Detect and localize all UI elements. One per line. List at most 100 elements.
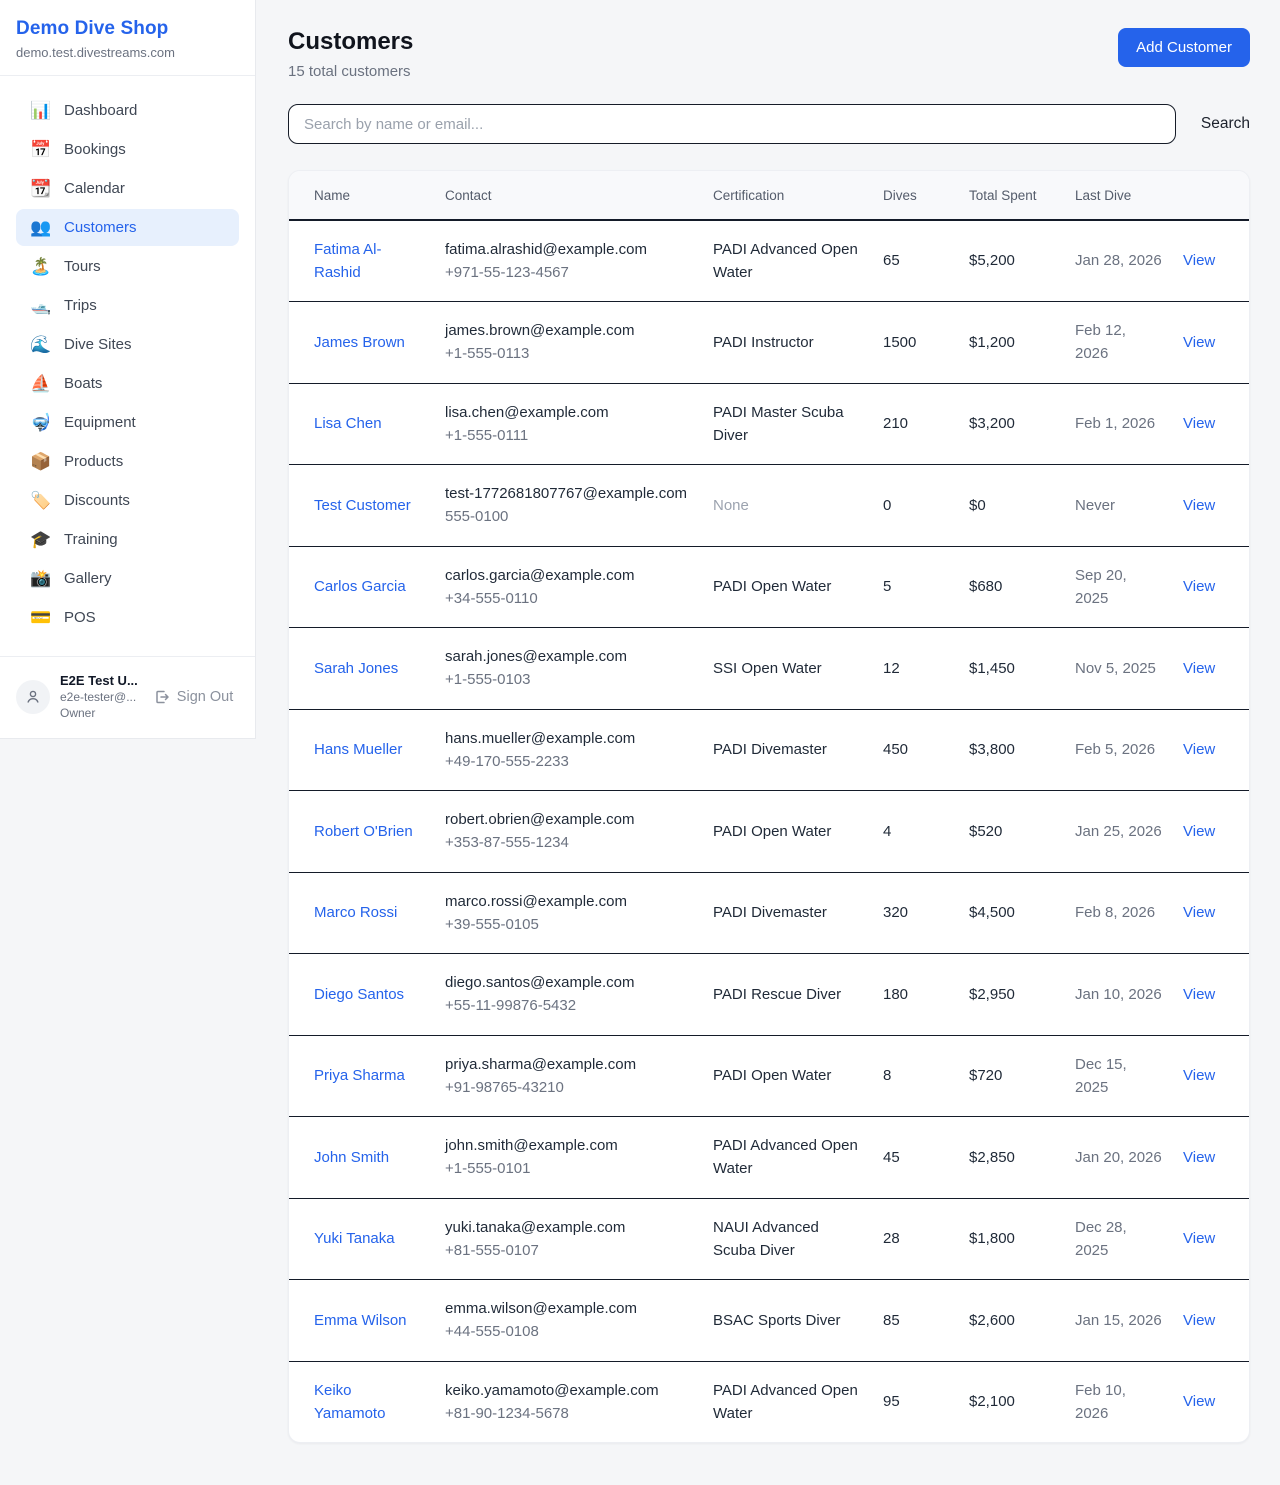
sidebar-item-trips[interactable]: 🛥️ Trips xyxy=(16,287,239,324)
sidebar-item-tours[interactable]: 🏝️ Tours xyxy=(16,248,239,285)
customer-phone: +49-170-555-2233 xyxy=(445,750,693,773)
sidebar-item-dashboard[interactable]: 📊 Dashboard xyxy=(16,92,239,129)
add-customer-button[interactable]: Add Customer xyxy=(1118,28,1250,67)
sidebar-item-label: Trips xyxy=(64,297,97,314)
customer-email: lisa.chen@example.com xyxy=(445,401,693,424)
customer-phone: +81-90-1234-5678 xyxy=(445,1402,693,1425)
view-link[interactable]: View xyxy=(1183,660,1215,677)
total-spent-cell: $1,800 xyxy=(959,1198,1065,1280)
view-link[interactable]: View xyxy=(1183,334,1215,351)
view-link[interactable]: View xyxy=(1183,1312,1215,1329)
contact-cell: test-1772681807767@example.com 555-0100 xyxy=(435,465,703,547)
certification-cell: PADI Rescue Diver xyxy=(713,986,841,1003)
shop-name: Demo Dive Shop xyxy=(16,18,239,40)
view-link[interactable]: View xyxy=(1183,1393,1215,1410)
customer-name-link[interactable]: Yuki Tanaka xyxy=(314,1230,395,1247)
total-customers-count: 15 total customers xyxy=(288,63,413,80)
total-spent-cell: $720 xyxy=(959,1035,1065,1117)
sidebar-item-customers[interactable]: 👥 Customers xyxy=(16,209,239,246)
main-content: Customers 15 total customers Add Custome… xyxy=(256,0,1280,1467)
customer-name-link[interactable]: James Brown xyxy=(314,334,405,351)
certification-cell: PADI Advanced Open Water xyxy=(713,1137,858,1177)
customer-phone: +1-555-0113 xyxy=(445,342,693,365)
certification-cell: None xyxy=(713,497,749,514)
sailboat-icon: ⛵ xyxy=(30,375,50,392)
sidebar-item-products[interactable]: 📦 Products xyxy=(16,443,239,480)
column-header-last-dive: Last Dive xyxy=(1065,171,1173,220)
sign-out-button[interactable]: Sign Out xyxy=(154,689,233,705)
column-header-certification: Certification xyxy=(703,171,873,220)
sidebar-item-boats[interactable]: ⛵ Boats xyxy=(16,365,239,402)
customer-name-link[interactable]: Hans Mueller xyxy=(314,741,402,758)
sidebar-item-dive-sites[interactable]: 🌊 Dive Sites xyxy=(16,326,239,363)
customer-name-link[interactable]: Priya Sharma xyxy=(314,1067,405,1084)
customer-email: priya.sharma@example.com xyxy=(445,1053,693,1076)
customer-name-link[interactable]: Lisa Chen xyxy=(314,415,382,432)
page-title: Customers xyxy=(288,28,413,56)
view-link[interactable]: View xyxy=(1183,741,1215,758)
view-link[interactable]: View xyxy=(1183,986,1215,1003)
customer-email: james.brown@example.com xyxy=(445,319,693,342)
customer-phone: +91-98765-43210 xyxy=(445,1076,693,1099)
customers-table-body: Fatima Al-Rashid fatima.alrashid@example… xyxy=(289,220,1250,1443)
sidebar-item-training[interactable]: 🎓 Training xyxy=(16,521,239,558)
view-link[interactable]: View xyxy=(1183,1067,1215,1084)
last-dive-cell: Nov 5, 2025 xyxy=(1065,628,1173,710)
contact-cell: carlos.garcia@example.com +34-555-0110 xyxy=(435,546,703,628)
table-row: Keiko Yamamoto keiko.yamamoto@example.co… xyxy=(289,1361,1250,1442)
user-meta: E2E Test U... e2e-tester@... Owner xyxy=(60,673,138,720)
customer-phone: +81-555-0107 xyxy=(445,1239,693,1262)
customer-name-link[interactable]: Robert O'Brien xyxy=(314,823,413,840)
bar-chart-icon: 📊 xyxy=(30,102,50,119)
table-row: Priya Sharma priya.sharma@example.com +9… xyxy=(289,1035,1250,1117)
sidebar-item-label: Equipment xyxy=(64,414,136,431)
certification-cell: NAUI Advanced Scuba Diver xyxy=(713,1219,819,1259)
view-link[interactable]: View xyxy=(1183,1230,1215,1247)
sidebar-item-equipment[interactable]: 🤿 Equipment xyxy=(16,404,239,441)
sidebar-item-calendar[interactable]: 📆 Calendar xyxy=(16,170,239,207)
customer-phone: +39-555-0105 xyxy=(445,913,693,936)
sidebar-item-label: Customers xyxy=(64,219,137,236)
customer-phone: 555-0100 xyxy=(445,505,693,528)
customer-name-link[interactable]: Test Customer xyxy=(314,497,411,514)
view-link[interactable]: View xyxy=(1183,415,1215,432)
sidebar-item-label: Dive Sites xyxy=(64,336,132,353)
customer-name-link[interactable]: Fatima Al-Rashid xyxy=(314,241,382,281)
customer-name-link[interactable]: John Smith xyxy=(314,1149,389,1166)
view-link[interactable]: View xyxy=(1183,252,1215,269)
contact-cell: fatima.alrashid@example.com +971-55-123-… xyxy=(435,220,703,302)
last-dive-cell: Jan 28, 2026 xyxy=(1065,220,1173,302)
search-button[interactable]: Search xyxy=(1201,115,1250,133)
sidebar-item-bookings[interactable]: 📅 Bookings xyxy=(16,131,239,168)
view-link[interactable]: View xyxy=(1183,497,1215,514)
sidebar-item-label: Discounts xyxy=(64,492,130,509)
customer-name-link[interactable]: Carlos Garcia xyxy=(314,578,406,595)
dives-cell: 12 xyxy=(873,628,959,710)
view-link[interactable]: View xyxy=(1183,1149,1215,1166)
customer-name-link[interactable]: Diego Santos xyxy=(314,986,404,1003)
sidebar-item-discounts[interactable]: 🏷️ Discounts xyxy=(16,482,239,519)
view-link[interactable]: View xyxy=(1183,578,1215,595)
customer-phone: +34-555-0110 xyxy=(445,587,693,610)
motorboat-icon: 🛥️ xyxy=(30,297,50,314)
dives-cell: 1500 xyxy=(873,302,959,384)
sidebar-item-gallery[interactable]: 📸 Gallery xyxy=(16,560,239,597)
sidebar-item-pos[interactable]: 💳 POS xyxy=(16,599,239,636)
view-link[interactable]: View xyxy=(1183,904,1215,921)
customer-email: test-1772681807767@example.com xyxy=(445,482,693,505)
package-icon: 📦 xyxy=(30,453,50,470)
customer-email: yuki.tanaka@example.com xyxy=(445,1216,693,1239)
customer-name-link[interactable]: Marco Rossi xyxy=(314,904,397,921)
contact-cell: sarah.jones@example.com +1-555-0103 xyxy=(435,628,703,710)
total-spent-cell: $2,950 xyxy=(959,954,1065,1036)
customer-name-link[interactable]: Keiko Yamamoto xyxy=(314,1382,385,1422)
table-row: Lisa Chen lisa.chen@example.com +1-555-0… xyxy=(289,383,1250,465)
search-input[interactable] xyxy=(288,104,1176,144)
view-link[interactable]: View xyxy=(1183,823,1215,840)
customer-name-link[interactable]: Emma Wilson xyxy=(314,1312,407,1329)
table-row: Carlos Garcia carlos.garcia@example.com … xyxy=(289,546,1250,628)
customer-email: carlos.garcia@example.com xyxy=(445,564,693,587)
sidebar-nav: 📊 Dashboard 📅 Bookings 📆 Calendar 👥 Cust… xyxy=(0,76,255,648)
customer-name-link[interactable]: Sarah Jones xyxy=(314,660,398,677)
customer-email: keiko.yamamoto@example.com xyxy=(445,1379,693,1402)
